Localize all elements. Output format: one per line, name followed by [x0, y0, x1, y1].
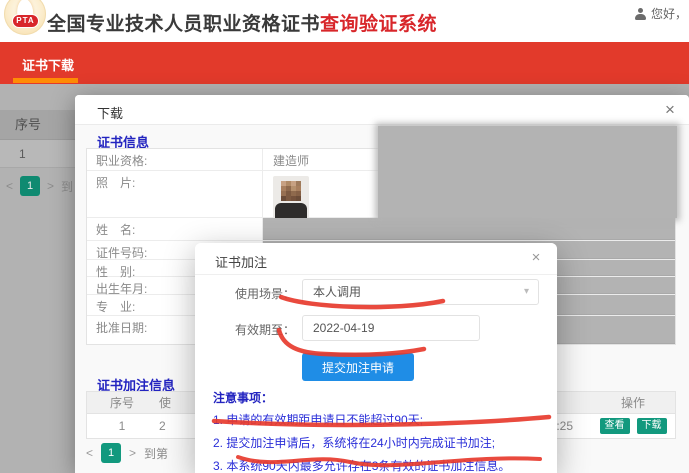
goto-page-label-fragment: 到第 — [61, 178, 72, 195]
row-middle-right-fragment: :25 — [556, 414, 573, 438]
submit-annotation-button[interactable]: 提交加注申请 — [302, 353, 414, 381]
pta-logo: PTA — [4, 0, 46, 35]
note-line-1: 1. 申请的有效期距申请日不能超过90天; — [213, 411, 543, 428]
next-page-icon[interactable]: > — [47, 179, 54, 193]
tab-certificate-download[interactable]: 证书下载 — [22, 55, 74, 74]
background-pagination: < 1 > 到第 — [6, 176, 72, 196]
close-icon[interactable]: × — [661, 100, 679, 120]
page-title: 全国专业技术人员职业资格证书查询验证系统 — [47, 9, 437, 36]
close-icon[interactable]: × — [527, 249, 545, 266]
photo-face-pixelated — [281, 181, 286, 186]
field-label: 职业资格: — [87, 149, 263, 170]
download-button[interactable]: 下载 — [637, 418, 667, 434]
main-navbar: 证书下载 — [0, 42, 689, 84]
page-title-main: 全国专业技术人员职业资格证书 — [47, 14, 320, 35]
note-line-3: 3. 本系统90天内最多允许存在3条有效的证书加注信息。 — [213, 457, 543, 473]
view-button[interactable]: 查看 — [600, 418, 630, 434]
download-modal-titlebar: 下载 × — [75, 95, 689, 125]
page: 序号 1 < 1 > 到第 PTA 全国专业技术人员职业资格证书查询验证系统 您… — [0, 0, 689, 473]
certificate-photo — [273, 176, 309, 222]
page-title-accent: 查询验证系统 — [320, 14, 437, 35]
row-seq: 1 — [87, 414, 157, 438]
annotation-table-pagination: < 1 > 到第 — [86, 443, 168, 463]
annotate-modal-title: 证书加注 — [215, 252, 267, 271]
page-number-button[interactable]: 1 — [101, 443, 121, 463]
expiry-label: 有效期至： — [235, 321, 295, 338]
col-middle-header-fragment: 使 — [159, 392, 171, 414]
annotate-modal: 证书加注 × 使用场景： 本人调用 ▾ 有效期至： 2022-04-19 提交加… — [195, 243, 557, 473]
redacted-value — [263, 218, 675, 240]
user-greeting-text: 您好， — [651, 5, 687, 22]
goto-page-label: 到第 — [144, 445, 168, 462]
user-greeting[interactable]: 您好， — [634, 5, 687, 22]
row-actions: 查看 下载 — [591, 414, 675, 438]
annotate-modal-titlebar: 证书加注 × — [195, 243, 557, 275]
privacy-redaction-block — [378, 126, 677, 218]
field-label: 姓 名: — [87, 218, 263, 240]
col-seq-header: 序号 — [87, 392, 157, 413]
col-action-header: 操作 — [591, 392, 675, 413]
download-modal-title: 下载 — [97, 103, 123, 122]
prev-page-icon[interactable]: < — [86, 446, 93, 460]
notes-section: 注意事项： 1. 申请的有效期距申请日不能超过90天; 2. 提交加注申请后，系… — [213, 389, 543, 473]
background-table-seq-header: 序号 — [0, 110, 76, 140]
table-row: 姓 名: — [87, 218, 675, 241]
active-tab-indicator — [13, 78, 78, 83]
scene-selected-value: 本人调用 — [313, 285, 361, 299]
pta-logo-text: PTA — [12, 14, 39, 28]
scene-label: 使用场景： — [235, 285, 295, 302]
background-table-row: 1 — [0, 140, 76, 168]
user-icon — [634, 8, 647, 20]
site-header: PTA 全国专业技术人员职业资格证书查询验证系统 您好， — [0, 0, 689, 42]
page-number-button[interactable]: 1 — [20, 176, 40, 196]
row-middle-left-fragment: 2 — [159, 414, 166, 438]
notes-heading: 注意事项： — [213, 389, 543, 406]
expiry-date-input[interactable]: 2022-04-19 — [302, 315, 480, 341]
scene-select[interactable]: 本人调用 ▾ — [302, 279, 539, 305]
field-label: 照 片: — [87, 171, 263, 217]
chevron-down-icon: ▾ — [524, 280, 529, 304]
next-page-icon[interactable]: > — [129, 446, 136, 460]
prev-page-icon[interactable]: < — [6, 179, 13, 193]
note-line-2: 2. 提交加注申请后，系统将在24小时内完成证书加注; — [213, 434, 543, 451]
